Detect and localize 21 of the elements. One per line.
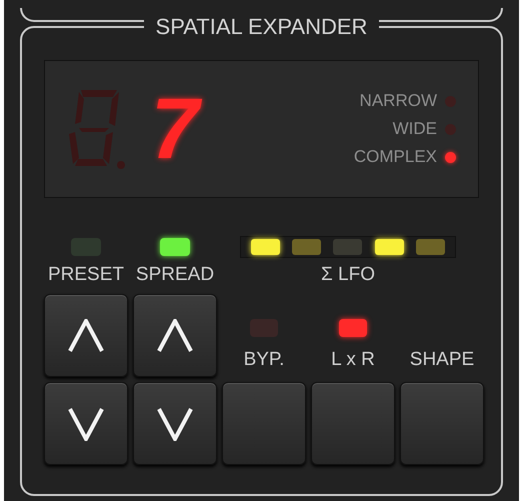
display-digit: 7 [151, 86, 213, 172]
lfo-label: Σ LFO [320, 264, 376, 286]
chevron-down-icon [68, 406, 104, 440]
chevron-down-icon [157, 406, 193, 440]
switch-button[interactable] [222, 382, 306, 465]
mode-label: NARROW [360, 91, 437, 111]
mode-label: WIDE [392, 119, 437, 139]
up-button[interactable] [133, 294, 217, 377]
mode-label: COMPLEX [354, 147, 437, 167]
switch-label: BYP. [244, 349, 284, 371]
chevron-up-icon [68, 318, 104, 352]
indicator-label: PRESET [46, 264, 126, 286]
switch-button[interactable] [400, 382, 484, 465]
chevron-up-icon [157, 318, 193, 352]
down-button[interactable] [133, 382, 217, 465]
down-button[interactable] [44, 382, 128, 465]
indicator-label: SPREAD [134, 264, 216, 286]
switch-button[interactable] [311, 382, 395, 465]
switch-label: L x R [331, 349, 375, 371]
up-button[interactable] [44, 294, 128, 377]
switch-label: SHAPE [410, 349, 474, 371]
